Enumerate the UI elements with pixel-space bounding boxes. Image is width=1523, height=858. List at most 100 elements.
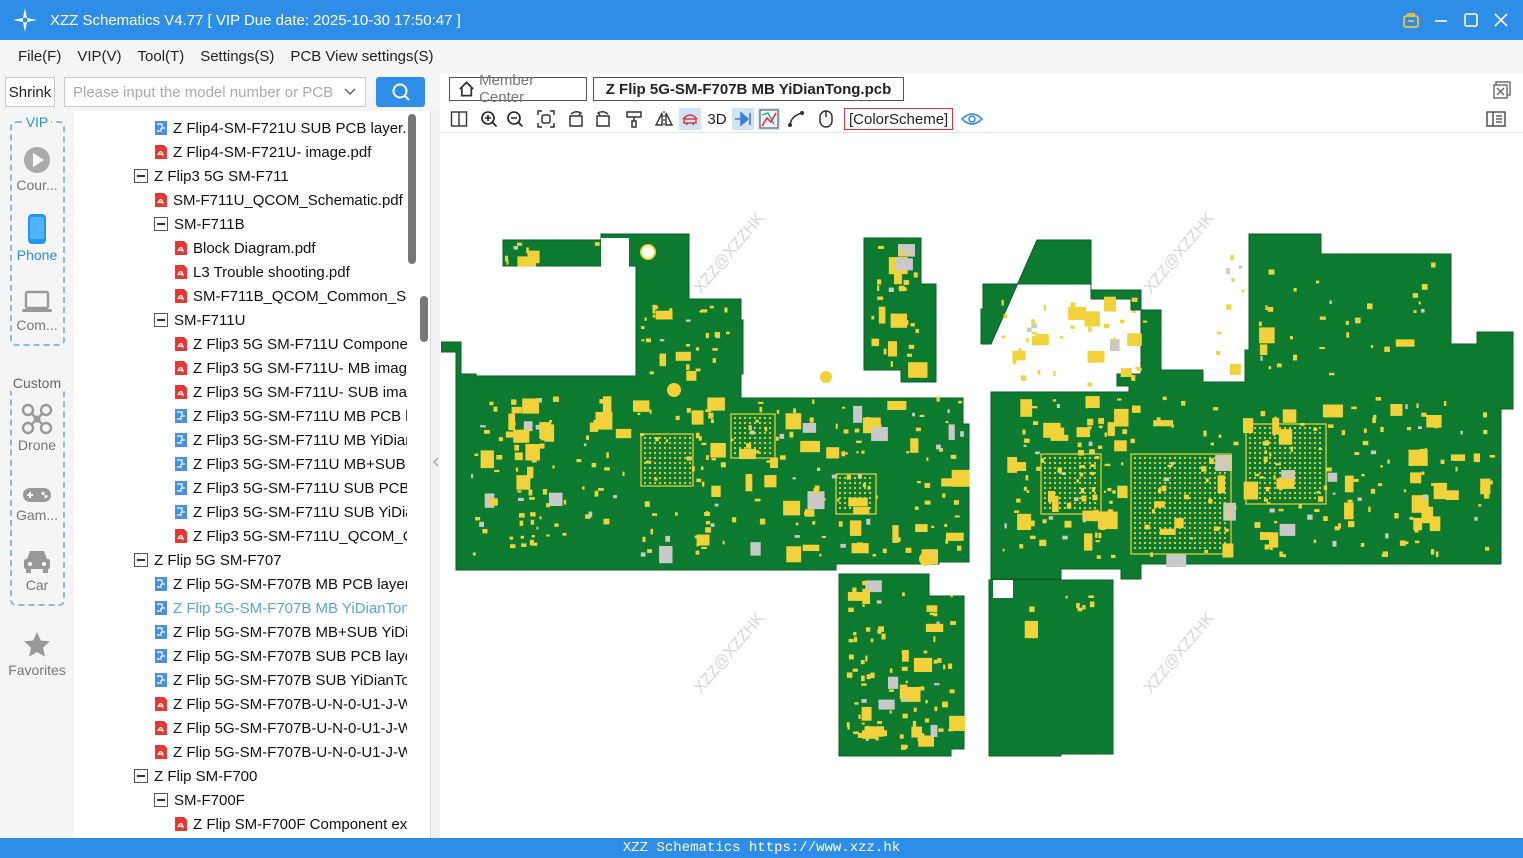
net-overlay-button[interactable] <box>758 108 780 130</box>
nav-item-courses[interactable]: Cour... <box>0 141 74 201</box>
tree-file[interactable]: Z Flip4-SM-F721U- image.pdf <box>154 140 371 164</box>
nav-item-favorites[interactable]: Favorites <box>0 626 74 686</box>
menu-file[interactable]: File(F) <box>18 48 61 65</box>
tree-item-label: SM-F711U_QCOM_Schematic.pdf <box>173 191 403 209</box>
tree-file[interactable]: Z Flip 5G-SM-F707B-U-N-0-U1-J-W <box>154 692 412 716</box>
minimize-button[interactable] <box>1429 8 1453 32</box>
panel-splitter[interactable] <box>430 111 440 838</box>
maximize-button[interactable] <box>1459 8 1483 32</box>
tree-file[interactable]: Z Flip3 5G SM-F711U- SUB image <box>174 380 414 404</box>
tree-file[interactable]: SM-F711U_QCOM_Schematic.pdf <box>154 188 403 212</box>
pcb-pad <box>1455 466 1458 472</box>
nav-item-phone[interactable]: Phone <box>0 211 74 271</box>
search-button[interactable] <box>376 77 425 107</box>
collapse-icon[interactable] <box>134 169 148 183</box>
pcb-pad <box>888 341 897 357</box>
collapse-icon[interactable] <box>154 217 168 231</box>
tree-file[interactable]: Z Flip SM-F700F Component ex <box>174 812 407 836</box>
chevron-down-icon[interactable] <box>343 84 357 100</box>
nav-item-computer[interactable]: Com... <box>0 281 74 341</box>
nav-item-car[interactable]: Car <box>0 541 74 601</box>
chevron-left-icon[interactable] <box>432 456 440 468</box>
visibility-button[interactable] <box>961 108 983 130</box>
pcb-pad <box>915 427 921 432</box>
rotate-left-button[interactable] <box>565 108 587 130</box>
tree-file[interactable]: Z Flip 5G-SM-F707B MB YiDianTong <box>154 596 414 620</box>
tab-member-center[interactable]: Member Center <box>449 72 587 106</box>
close-tab-icon[interactable] <box>1492 80 1512 100</box>
tree-folder[interactable]: SM-F711B <box>154 212 245 236</box>
tree-file[interactable]: Z Flip 5G-SM-F707B MB+SUB YiDia <box>154 620 414 644</box>
tree-file[interactable]: Z Flip3 5G SM-F711U- MB image <box>174 356 414 380</box>
bga-ball <box>1148 516 1152 520</box>
tree-horizontal-scroll-thumb[interactable] <box>420 296 428 342</box>
pcb-board-view[interactable]: XZZ@XZZHK XZZ@XZZHKXZZ@XZZHK XZZ@XZZHK <box>440 134 1523 838</box>
format-painter-button[interactable] <box>623 108 645 130</box>
bga-ball <box>1268 431 1272 435</box>
nav-item-drone[interactable]: Drone <box>0 401 74 461</box>
pcb-pad <box>848 654 854 660</box>
tab-active-pcb[interactable]: Z Flip 5G-SM-F707B MB YiDianTong.pcb <box>593 77 904 101</box>
bga-ball <box>1293 441 1297 445</box>
split-view-button[interactable] <box>448 108 470 130</box>
flip-board-button[interactable] <box>679 108 701 130</box>
tree-file[interactable]: SM-F711B_QCOM_Common_Servi <box>174 284 414 308</box>
color-scheme-button[interactable]: [ColorScheme] <box>844 108 954 130</box>
tree-file[interactable]: Z Flip3 5G-SM-F711U MB YiDian <box>174 428 414 452</box>
menu-tool[interactable]: Tool(T) <box>138 48 185 65</box>
close-button[interactable] <box>1489 8 1513 32</box>
tree-file[interactable]: Z Flip3 5G-SM-F711U SUB PCB la <box>174 476 414 500</box>
view-3d-button[interactable]: 3D <box>704 108 730 130</box>
tree-file[interactable]: Z Flip3 5G-SM-F711U MB+SUB Y <box>174 452 414 476</box>
menu-pcb-view-settings[interactable]: PCB View settings(S) <box>290 48 433 65</box>
tree-file[interactable]: Z Flip 5G-SM-F707B SUB PCB layer <box>154 644 414 668</box>
bga-ball <box>1223 491 1227 495</box>
fit-view-button[interactable] <box>535 108 557 130</box>
bga-ball <box>1053 501 1057 505</box>
tree-file[interactable]: L3 Trouble shooting.pdf <box>174 260 350 284</box>
tree-folder[interactable]: Z Flip 5G SM-F707 <box>134 548 282 572</box>
side-panel-button[interactable] <box>1485 108 1507 130</box>
rotate-right-button[interactable] <box>592 108 614 130</box>
zoom-in-button[interactable] <box>478 108 500 130</box>
bga-ball <box>748 431 752 435</box>
bga-ball <box>738 426 742 430</box>
tree-scrollbar-thumb[interactable] <box>408 114 416 264</box>
bga-ball <box>1163 546 1167 550</box>
pcb-canvas[interactable]: XZZ@XZZHK XZZ@XZZHK XZZ@XZZHK XZZ@XZZHK <box>440 134 1523 838</box>
tree-folder[interactable]: Z Flip3 5G SM-F711 <box>134 164 289 188</box>
tree-file[interactable]: Z Flip 5G-SM-F707B SUB YiDianTon <box>154 668 414 692</box>
highlight-net-button[interactable] <box>732 108 754 130</box>
tree-file[interactable]: Z Flip4-SM-F721U SUB PCB layer.pcb <box>154 116 414 140</box>
tree-folder[interactable]: SM-F711U <box>154 308 245 332</box>
tree-folder[interactable]: SM-F700F <box>154 788 245 812</box>
mouse-mode-button[interactable] <box>815 108 837 130</box>
shrink-button[interactable]: Shrink <box>5 77 55 107</box>
zoom-out-button[interactable] <box>504 108 526 130</box>
collapse-icon[interactable] <box>134 769 148 783</box>
bga-ball <box>1313 436 1317 440</box>
collapse-icon[interactable] <box>154 313 168 327</box>
menu-vip[interactable]: VIP(V) <box>77 48 121 65</box>
tree-file[interactable]: Z Flip 5G-SM-F707B-U-N-0-U1-J-W <box>154 716 412 740</box>
tree-file[interactable]: Block Diagram.pdf <box>174 236 316 260</box>
tree-folder[interactable]: Z Flip SM-F700 <box>134 764 257 788</box>
vip-bag-button[interactable] <box>1399 8 1423 32</box>
nav-item-game[interactable]: Gam... <box>0 471 74 531</box>
collapse-icon[interactable] <box>134 553 148 567</box>
menu-settings[interactable]: Settings(S) <box>200 48 274 65</box>
collapse-icon[interactable] <box>154 793 168 807</box>
trace-tool-button[interactable] <box>785 108 807 130</box>
bga-ball <box>683 441 687 445</box>
tree-file[interactable]: Z Flip3 5G-SM-F711U MB PCB la <box>174 404 414 428</box>
tree-file[interactable]: Z Flip3 5G-SM-F711U_QCOM_Co <box>174 524 414 548</box>
tree-file[interactable]: Z Flip3 5G-SM-F711U SUB YiDian <box>174 500 414 524</box>
mirror-button[interactable] <box>653 108 675 130</box>
tree-file[interactable]: Z Flip 5G-SM-F707B MB PCB layer. <box>154 572 413 596</box>
tree-file[interactable]: Z Flip3 5G SM-F711U Component <box>174 332 414 356</box>
bga-ball <box>1208 546 1212 550</box>
pcb-pad <box>1117 485 1128 499</box>
tree-file[interactable]: Z Flip 5G-SM-F707B-U-N-0-U1-J-W <box>154 740 412 764</box>
bga-ball <box>1253 431 1257 435</box>
search-input[interactable] <box>73 83 333 101</box>
